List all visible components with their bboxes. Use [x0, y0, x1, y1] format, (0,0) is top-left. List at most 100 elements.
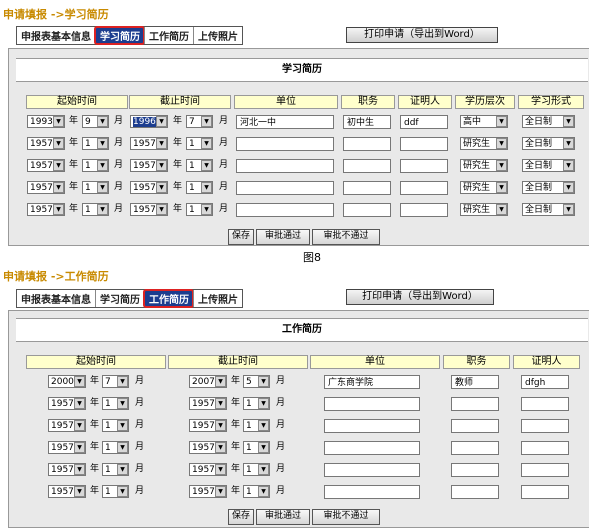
tab-study-history[interactable]: 学习简历 — [94, 26, 145, 45]
end-month-select[interactable]: 1 ▼ — [243, 419, 270, 432]
end-month-select[interactable]: 1 ▼ — [186, 137, 213, 150]
unit-input[interactable] — [324, 485, 420, 499]
unit-input[interactable]: 广东商学院 — [324, 375, 420, 389]
start-month-select[interactable]: 1 ▼ — [82, 181, 109, 194]
tab-basic-info[interactable]: 申报表基本信息 — [17, 290, 95, 307]
end-year-select[interactable]: 1957 ▼ — [130, 159, 168, 172]
start-month-select[interactable]: 1 ▼ — [102, 397, 129, 410]
unit-input[interactable] — [236, 181, 334, 195]
end-year-select[interactable]: 1957 ▼ — [189, 419, 227, 432]
unit-input[interactable] — [324, 419, 420, 433]
start-year-select[interactable]: 1957 ▼ — [27, 137, 65, 150]
start-month-select[interactable]: 1 ▼ — [82, 159, 109, 172]
position-input[interactable] — [451, 441, 499, 455]
start-month-select[interactable]: 7 ▼ — [102, 375, 129, 388]
position-input[interactable] — [343, 159, 391, 173]
end-month-select[interactable]: 1 ▼ — [243, 397, 270, 410]
study-form-select[interactable]: 全日制 ▼ — [522, 159, 575, 172]
witness-input[interactable]: ddf — [400, 115, 448, 129]
education-level-select[interactable]: 研究生 ▼ — [460, 203, 508, 216]
start-year-select[interactable]: 1957 ▼ — [48, 397, 86, 410]
study-form-select[interactable]: 全日制 ▼ — [522, 115, 575, 128]
witness-input[interactable] — [400, 137, 448, 151]
tab-work-history[interactable]: 工作简历 — [144, 27, 193, 44]
unit-input[interactable] — [324, 441, 420, 455]
end-year-select[interactable]: 1957 ▼ — [130, 203, 168, 216]
end-month-select[interactable]: 5 ▼ — [243, 375, 270, 388]
end-month-select[interactable]: 1 ▼ — [243, 441, 270, 454]
witness-input[interactable] — [521, 419, 569, 433]
position-input[interactable] — [451, 419, 499, 433]
start-year-select[interactable]: 1957 ▼ — [27, 181, 65, 194]
education-level-select[interactable]: 高中 ▼ — [460, 115, 508, 128]
tab-basic-info[interactable]: 申报表基本信息 — [17, 27, 95, 44]
study-form-select[interactable]: 全日制 ▼ — [522, 137, 575, 150]
save-button[interactable]: 保存 — [228, 509, 254, 525]
start-year-select[interactable]: 2000 ▼ — [48, 375, 86, 388]
unit-input[interactable] — [236, 203, 334, 217]
education-level-select[interactable]: 研究生 ▼ — [460, 159, 508, 172]
approve-button[interactable]: 审批通过 — [256, 229, 310, 245]
start-month-select[interactable]: 1 ▼ — [102, 419, 129, 432]
start-month-select[interactable]: 1 ▼ — [102, 485, 129, 498]
education-level-select[interactable]: 研究生 ▼ — [460, 137, 508, 150]
witness-input[interactable] — [400, 203, 448, 217]
end-year-select[interactable]: 1957 ▼ — [130, 181, 168, 194]
end-month-select[interactable]: 1 ▼ — [186, 159, 213, 172]
position-input[interactable] — [343, 203, 391, 217]
end-year-select[interactable]: 1957 ▼ — [130, 137, 168, 150]
witness-input[interactable] — [521, 463, 569, 477]
unit-input[interactable] — [324, 463, 420, 477]
start-month-select[interactable]: 1 ▼ — [102, 463, 129, 476]
study-form-select[interactable]: 全日制 ▼ — [522, 203, 575, 216]
start-year-select[interactable]: 1957 ▼ — [27, 203, 65, 216]
end-year-select[interactable]: 2007 ▼ — [189, 375, 227, 388]
start-month-select[interactable]: 1 ▼ — [82, 203, 109, 216]
end-year-select[interactable]: 1957 ▼ — [189, 463, 227, 476]
witness-input[interactable] — [521, 441, 569, 455]
end-month-select[interactable]: 1 ▼ — [186, 203, 213, 216]
end-year-select[interactable]: 1957 ▼ — [189, 397, 227, 410]
print-export-word-button[interactable]: 打印申请（导出到Word） — [346, 27, 498, 43]
unit-input[interactable]: 河北一中 — [236, 115, 334, 129]
start-month-select[interactable]: 1 ▼ — [82, 137, 109, 150]
start-year-select[interactable]: 1993 ▼ — [27, 115, 65, 128]
position-input[interactable] — [343, 181, 391, 195]
unit-input[interactable] — [236, 137, 334, 151]
end-year-select[interactable]: 1996 ▼ — [130, 115, 168, 128]
witness-input[interactable] — [521, 397, 569, 411]
tab-upload-photo[interactable]: 上传照片 — [193, 290, 242, 307]
end-month-select[interactable]: 7 ▼ — [186, 115, 213, 128]
study-form-select[interactable]: 全日制 ▼ — [522, 181, 575, 194]
end-year-select[interactable]: 1957 ▼ — [189, 485, 227, 498]
position-input[interactable] — [343, 137, 391, 151]
position-input[interactable]: 初中生 — [343, 115, 391, 129]
end-month-select[interactable]: 1 ▼ — [243, 463, 270, 476]
unit-input[interactable] — [324, 397, 420, 411]
education-level-select[interactable]: 研究生 ▼ — [460, 181, 508, 194]
tab-study-history[interactable]: 学习简历 — [95, 290, 144, 307]
witness-input[interactable]: dfgh — [521, 375, 569, 389]
position-input[interactable]: 教师 — [451, 375, 499, 389]
print-export-word-button[interactable]: 打印申请（导出到Word） — [346, 289, 494, 305]
start-year-select[interactable]: 1957 ▼ — [48, 441, 86, 454]
position-input[interactable] — [451, 485, 499, 499]
start-month-select[interactable]: 1 ▼ — [102, 441, 129, 454]
witness-input[interactable] — [521, 485, 569, 499]
approve-button[interactable]: 审批通过 — [256, 509, 310, 525]
start-year-select[interactable]: 1957 ▼ — [48, 419, 86, 432]
save-button[interactable]: 保存 — [228, 229, 254, 245]
reject-button[interactable]: 审批不通过 — [312, 229, 380, 245]
position-input[interactable] — [451, 397, 499, 411]
start-year-select[interactable]: 1957 ▼ — [48, 463, 86, 476]
position-input[interactable] — [451, 463, 499, 477]
start-year-select[interactable]: 1957 ▼ — [48, 485, 86, 498]
tab-upload-photo[interactable]: 上传照片 — [193, 27, 242, 44]
start-month-select[interactable]: 9 ▼ — [82, 115, 109, 128]
end-month-select[interactable]: 1 ▼ — [243, 485, 270, 498]
witness-input[interactable] — [400, 181, 448, 195]
start-year-select[interactable]: 1957 ▼ — [27, 159, 65, 172]
end-month-select[interactable]: 1 ▼ — [186, 181, 213, 194]
end-year-select[interactable]: 1957 ▼ — [189, 441, 227, 454]
tab-work-history[interactable]: 工作简历 — [143, 289, 194, 308]
